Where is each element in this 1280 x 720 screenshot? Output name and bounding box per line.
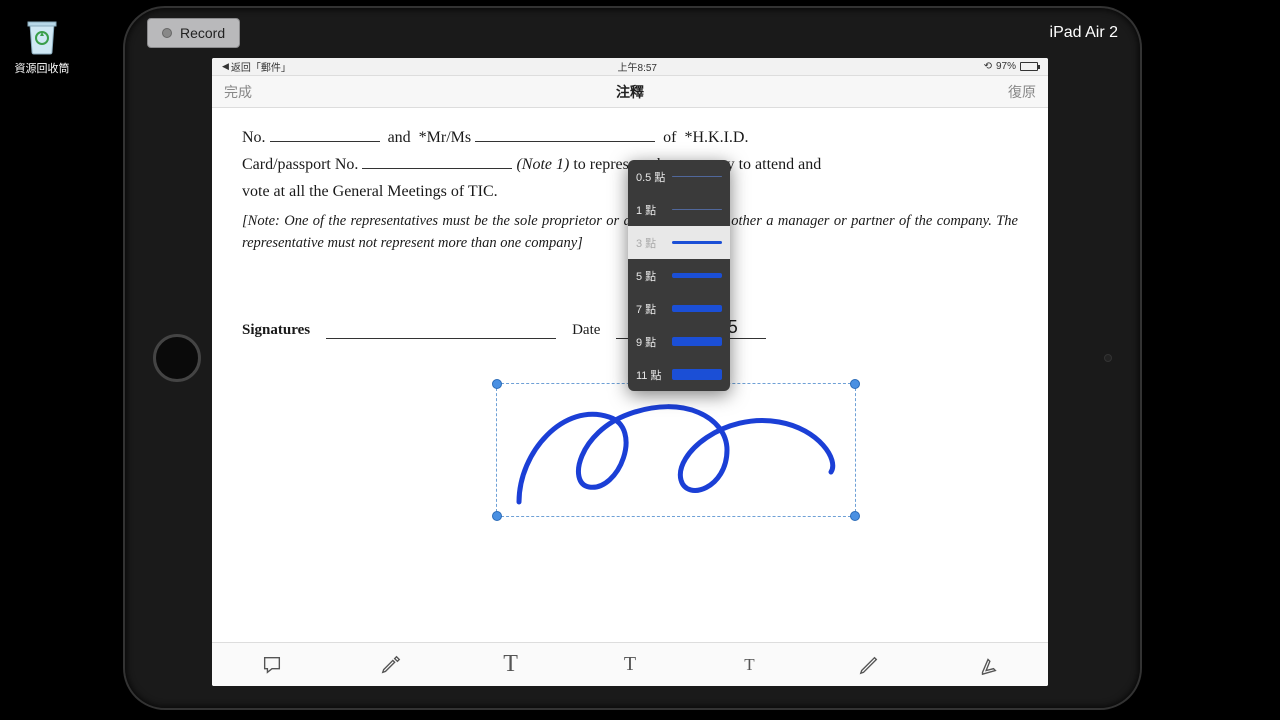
text-large-tool[interactable]: T	[491, 645, 531, 685]
camera-dot	[1104, 354, 1112, 362]
status-time: 上午8:57	[618, 59, 657, 74]
line-width-preview	[672, 369, 722, 380]
line-width-option[interactable]: 3 點	[628, 226, 730, 259]
signature-selection[interactable]	[496, 383, 856, 517]
orientation-lock-icon: ⟲	[984, 61, 992, 72]
line-width-option[interactable]: 9 點	[628, 325, 730, 358]
line-width-label: 5 點	[636, 268, 666, 284]
home-button[interactable]	[153, 334, 201, 382]
line-width-preview	[672, 273, 722, 278]
line-width-option[interactable]: 0.5 點	[628, 160, 730, 193]
doc-line-1: No. and *Mr/Ms of *H.K.I.D.	[242, 124, 1018, 151]
nav-bar: 完成 注釋 復原	[212, 76, 1048, 108]
line-width-label: 1 點	[636, 202, 666, 218]
status-back-label: 返回「郵件」	[231, 59, 291, 74]
record-button[interactable]: Record	[147, 18, 240, 48]
annotation-toolbar: T T T	[212, 642, 1048, 686]
battery-percent: 97%	[996, 61, 1016, 72]
line-width-option[interactable]: 7 點	[628, 292, 730, 325]
ipad-frame: Record iPad Air 2 ◀ 返回「郵件」 上午8:57 ⟲ 97% …	[125, 8, 1140, 708]
line-width-preview	[672, 241, 722, 244]
status-right: ⟲ 97%	[984, 61, 1038, 72]
comment-icon	[261, 654, 283, 676]
status-bar: ◀ 返回「郵件」 上午8:57 ⟲ 97%	[212, 58, 1048, 76]
line-width-preview	[672, 337, 722, 346]
nav-title: 注釋	[616, 82, 644, 102]
ipad-screen: ◀ 返回「郵件」 上午8:57 ⟲ 97% 完成 注釋 復原 No. and *…	[212, 58, 1048, 686]
status-back[interactable]: ◀ 返回「郵件」	[222, 59, 291, 74]
battery-icon	[1020, 62, 1038, 71]
recycle-bin-icon	[22, 12, 62, 56]
line-width-popover: 0.5 點 1 點 3 點 5 點 7 點 9 點 11 點	[628, 160, 730, 391]
line-width-preview	[672, 305, 722, 312]
pen-tool[interactable]	[849, 645, 889, 685]
text-small-tool[interactable]: T	[729, 645, 769, 685]
record-label: Record	[180, 25, 225, 41]
date-label: Date	[572, 322, 600, 339]
line-width-preview	[672, 176, 722, 177]
nav-done-button[interactable]: 完成	[224, 82, 252, 102]
document-canvas[interactable]: No. and *Mr/Ms of *H.K.I.D. Card/passpor…	[212, 108, 1048, 642]
signature-stroke	[509, 392, 845, 510]
popover-arrow-icon	[670, 390, 688, 391]
line-width-label: 7 點	[636, 301, 666, 317]
record-dot-icon	[162, 28, 172, 38]
resize-handle-bl[interactable]	[492, 511, 502, 521]
pen-icon	[858, 654, 880, 676]
simulator-overlay: Record iPad Air 2	[125, 8, 1140, 58]
resize-handle-br[interactable]	[850, 511, 860, 521]
comment-tool[interactable]	[252, 645, 292, 685]
line-width-preview	[672, 209, 722, 211]
line-width-option[interactable]: 1 點	[628, 193, 730, 226]
line-width-label: 0.5 點	[636, 169, 666, 185]
text-medium-tool[interactable]: T	[610, 645, 650, 685]
back-triangle-icon: ◀	[222, 61, 229, 72]
stamp-icon	[977, 654, 999, 676]
signatures-label: Signatures	[242, 322, 310, 339]
line-width-option[interactable]: 5 點	[628, 259, 730, 292]
resize-handle-tl[interactable]	[492, 379, 502, 389]
highlighter-icon	[380, 654, 402, 676]
stamp-tool[interactable]	[968, 645, 1008, 685]
line-width-option[interactable]: 11 點	[628, 358, 730, 391]
line-width-label: 11 點	[636, 367, 666, 383]
recycle-bin[interactable]: 資源回收筒	[12, 12, 72, 76]
signature-line	[326, 321, 556, 339]
line-width-label: 9 點	[636, 334, 666, 350]
highlighter-tool[interactable]	[371, 645, 411, 685]
nav-undo-button[interactable]: 復原	[1008, 82, 1036, 102]
device-label: iPad Air 2	[1050, 24, 1118, 42]
recycle-bin-label: 資源回收筒	[12, 60, 72, 76]
line-width-label: 3 點	[636, 235, 666, 251]
resize-handle-tr[interactable]	[850, 379, 860, 389]
